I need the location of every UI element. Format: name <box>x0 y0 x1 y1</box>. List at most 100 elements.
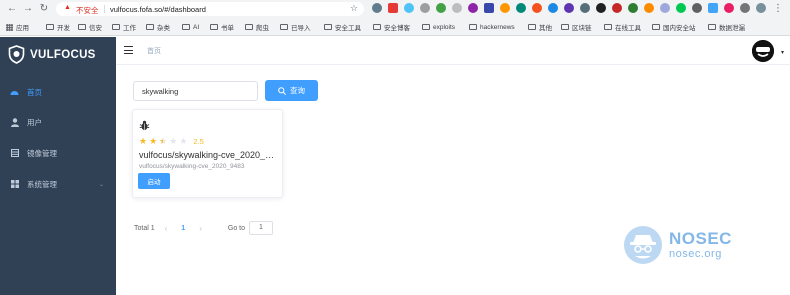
bookmark-folder[interactable]: 其他 <box>528 22 552 32</box>
reload-icon[interactable]: ↻ <box>38 3 50 15</box>
extension-icon[interactable] <box>596 3 606 13</box>
bookmark-folder[interactable]: 工作 <box>112 22 136 32</box>
bookmark-folder[interactable]: hackernews <box>469 22 515 32</box>
folder-icon <box>112 24 120 30</box>
system-icon <box>10 180 19 189</box>
folder-icon <box>422 24 430 30</box>
bookmark-folder[interactable]: exploits <box>422 22 455 32</box>
sidebar-item-dashboard[interactable]: 首页 <box>0 77 116 107</box>
back-icon[interactable]: ← <box>6 3 18 15</box>
folder-icon <box>561 24 569 30</box>
rating-stars: ★ ★ ★ ★ ★ 2.5 <box>139 136 204 146</box>
url-text: vulfocus.fofa.so/#/dashboard <box>110 5 206 14</box>
bookmark-folder[interactable]: 区块链 <box>561 22 592 32</box>
extension-icon[interactable] <box>564 3 574 13</box>
forward-icon[interactable]: → <box>22 3 34 15</box>
folder-icon <box>182 24 190 30</box>
bookmark-apps[interactable]: 应用 <box>6 22 29 32</box>
folder-icon <box>652 24 660 30</box>
extension-icon[interactable] <box>644 3 654 13</box>
extension-icon[interactable] <box>404 3 414 13</box>
bug-icon <box>139 120 150 131</box>
folder-icon <box>210 24 218 30</box>
bookmark-star-icon[interactable]: ☆ <box>350 3 358 14</box>
folder-icon <box>146 24 154 30</box>
folder-icon <box>528 24 536 30</box>
breadcrumb[interactable]: 首页 <box>147 46 161 56</box>
watermark-text: NOSEC nosec.org <box>669 229 732 261</box>
search-input[interactable] <box>133 81 258 101</box>
profile-avatar-icon[interactable] <box>756 3 766 13</box>
folder-icon <box>245 24 253 30</box>
folder-icon <box>708 24 716 30</box>
extension-icon[interactable] <box>548 3 558 13</box>
sidebar-item-users[interactable]: 用户 <box>0 107 116 137</box>
browser-menu-icon[interactable]: ⋮ <box>772 3 784 15</box>
star-icon: ★ <box>159 136 168 146</box>
extension-icon[interactable] <box>516 3 526 13</box>
extension-icon[interactable] <box>692 3 702 13</box>
extension-icon[interactable] <box>372 3 382 13</box>
insecure-label: 不安全 <box>76 6 99 15</box>
extension-icon[interactable] <box>708 3 718 13</box>
extension-icon[interactable] <box>532 3 542 13</box>
bookmark-folder[interactable]: 信安 <box>78 22 102 32</box>
page-number[interactable]: 1 <box>181 225 185 232</box>
search-button[interactable]: 查询 <box>265 80 318 101</box>
bookmark-folder[interactable]: 开发 <box>46 22 70 32</box>
bookmark-folder[interactable]: 安全博客 <box>373 22 410 32</box>
hamburger-icon[interactable] <box>124 46 133 54</box>
extension-icon[interactable] <box>724 3 734 13</box>
avatar-caret-icon[interactable]: ▾ <box>781 49 784 56</box>
extension-icon[interactable] <box>660 3 670 13</box>
bookmark-folder[interactable]: 已导入 <box>280 22 311 32</box>
sidebar-item-label: 首页 <box>27 87 42 97</box>
browser-chrome: ← → ↻ ▲ 不安全 vulfocus.fofa.so/#/dashboard… <box>0 0 790 36</box>
extension-icon[interactable] <box>500 3 510 13</box>
extension-icon[interactable] <box>676 3 686 13</box>
address-row: ← → ↻ ▲ 不安全 vulfocus.fofa.so/#/dashboard… <box>0 0 790 18</box>
logo-text: VULFOCUS <box>30 48 96 61</box>
bookmark-folder[interactable]: 在线工具 <box>604 22 641 32</box>
search-button-label: 查询 <box>290 86 305 95</box>
folder-icon <box>280 24 288 30</box>
puzzle-icon[interactable] <box>740 3 750 13</box>
extension-icon[interactable] <box>420 3 430 13</box>
bookmark-folder[interactable]: 数据泄漏 <box>708 22 745 32</box>
pagination-total: Total 1 <box>134 224 155 232</box>
folder-icon <box>78 24 86 30</box>
avatar[interactable] <box>752 40 774 62</box>
bookmark-folder[interactable]: 安全工具 <box>324 22 361 32</box>
bookmark-folder[interactable]: 国内安全站 <box>652 22 696 32</box>
user-icon <box>10 117 19 127</box>
apps-grid-icon <box>6 23 13 31</box>
bookmark-folder[interactable]: AI <box>182 22 199 32</box>
watermark-name: NOSEC <box>669 229 732 248</box>
star-icon: ★ <box>169 136 178 146</box>
folder-icon <box>373 24 381 30</box>
watermark-site: nosec.org <box>669 248 722 260</box>
extension-icon[interactable] <box>484 3 494 13</box>
bookmarks-bar: 应用 开发 信安 工作 杂类 AI 书单 爬虫 已导入 安全工具 安全博客 ex… <box>0 18 790 36</box>
star-icon: ★ <box>179 136 188 146</box>
sidebar-item-images[interactable]: 镜像管理 <box>0 138 116 168</box>
pagination: Total 1 ‹ 1 › Go to 1 <box>134 221 273 235</box>
next-page-icon[interactable]: › <box>199 224 202 233</box>
sidebar-item-system[interactable]: 系统管理 ⌄ <box>0 169 116 199</box>
goto-input[interactable]: 1 <box>249 221 273 235</box>
extension-icon[interactable] <box>468 3 478 13</box>
bookmark-folder[interactable]: 杂类 <box>146 22 170 32</box>
prev-page-icon[interactable]: ‹ <box>165 224 168 233</box>
bookmark-folder[interactable]: 爬虫 <box>245 22 269 32</box>
app-logo[interactable]: VULFOCUS <box>8 45 96 64</box>
extension-icon[interactable] <box>580 3 590 13</box>
bookmark-folder[interactable]: 书单 <box>210 22 234 32</box>
folder-icon <box>324 24 332 30</box>
extension-icon[interactable] <box>436 3 446 13</box>
address-bar[interactable]: ▲ 不安全 vulfocus.fofa.so/#/dashboard ☆ <box>56 2 364 16</box>
extension-icon[interactable] <box>452 3 462 13</box>
start-button[interactable]: 启动 <box>138 173 170 189</box>
extension-icon[interactable] <box>388 3 398 13</box>
extension-icon[interactable] <box>628 3 638 13</box>
extension-icon[interactable] <box>612 3 622 13</box>
